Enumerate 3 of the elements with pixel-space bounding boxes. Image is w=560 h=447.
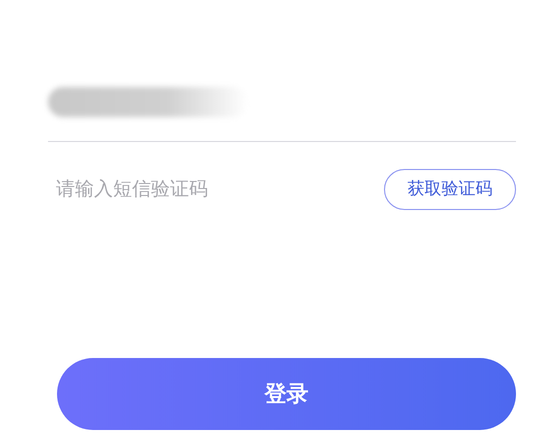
get-code-button[interactable]: 获取验证码 <box>384 169 516 210</box>
code-input-field[interactable]: 请输入短信验证码 <box>56 175 316 204</box>
login-button[interactable]: 登录 <box>57 358 516 430</box>
